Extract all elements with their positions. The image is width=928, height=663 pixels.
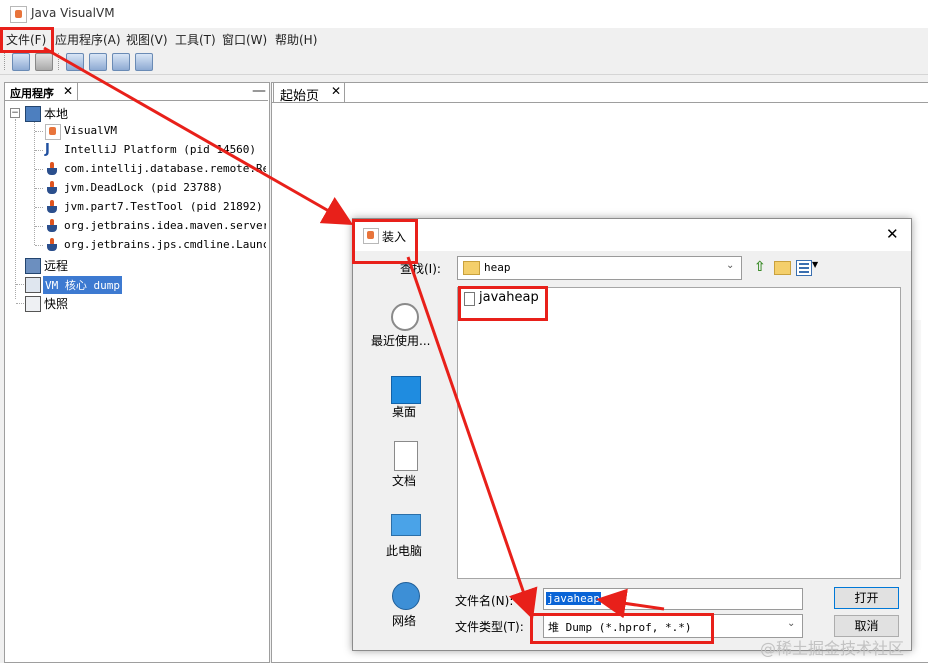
tab-applications[interactable]: 应用程序 ✕ (4, 82, 78, 101)
heap-dump-icon[interactable] (89, 53, 107, 71)
window-title: Java VisualVM (31, 6, 115, 20)
tree-connector (35, 226, 43, 227)
tree-node-local[interactable]: 本地 (44, 105, 68, 122)
save-snapshot-icon[interactable] (35, 53, 53, 71)
visualvm-icon (45, 124, 61, 140)
place-documents[interactable]: 文档 (392, 472, 416, 489)
panel-tab-divider (4, 100, 268, 101)
menubar: 文件(F) 应用程序(A) 视图(V) 工具(T) 窗口(W) 帮助(H) (0, 28, 928, 50)
menu-help[interactable]: 帮助(H) (275, 31, 317, 48)
view-menu-dropdown-icon[interactable]: ▼ (812, 260, 818, 269)
tree-connector (35, 188, 43, 189)
network-icon[interactable] (392, 582, 420, 610)
toolbar-grip (4, 53, 6, 70)
dialog-close-icon[interactable]: ✕ (886, 225, 899, 243)
tree-node-testtool[interactable]: jvm.part7.TestTool (pid 21892) (64, 200, 263, 213)
add-remote-host-icon[interactable] (135, 53, 153, 71)
tree-connector (16, 284, 24, 285)
tree-connector (35, 169, 43, 170)
place-recent[interactable]: 最近使用... (371, 332, 430, 349)
menu-view[interactable]: 视图(V) (126, 31, 168, 48)
look-in-value: heap (484, 261, 511, 274)
tree-node-intellij[interactable]: IntelliJ Platform (pid 14560) (64, 143, 266, 156)
menu-window[interactable]: 窗口(W) (222, 31, 267, 48)
tree-node-deadlock[interactable]: jvm.DeadLock (pid 23788) (64, 181, 223, 194)
chevron-down-icon: ⌄ (787, 618, 796, 629)
tree-connector (15, 119, 16, 299)
recent-items-icon[interactable] (391, 303, 419, 331)
this-pc-icon[interactable] (391, 514, 421, 536)
tree-connector (35, 245, 43, 246)
java-icon (46, 200, 58, 214)
watermark: @稀土掘金技术社区 (760, 639, 905, 658)
load-snapshot-icon[interactable] (12, 53, 30, 71)
annotation-box-dialog-title (352, 219, 418, 264)
visualvm-app-icon (10, 6, 27, 23)
file-type-label: 文件类型(T): (455, 620, 524, 634)
tree-node-jps-launcher[interactable]: org.jetbrains.jps.cmdline.Launcher (64, 238, 266, 251)
dialog-titlebar: 装入 ✕ (353, 219, 911, 251)
up-folder-icon[interactable]: ⇧ (754, 260, 768, 274)
place-this-pc[interactable]: 此电脑 (386, 542, 422, 559)
window-titlebar: Java VisualVM (0, 0, 928, 28)
look-in-combo[interactable]: heap ⌄ (457, 256, 742, 280)
new-folder-icon[interactable] (774, 261, 791, 275)
java-icon (46, 181, 58, 195)
cancel-button[interactable]: 取消 (834, 615, 899, 637)
annotation-box-file-type (530, 613, 714, 644)
java-icon (46, 162, 58, 176)
coredump-icon (25, 277, 41, 293)
view-menu-icon[interactable] (796, 260, 812, 276)
tree-connector (35, 207, 43, 208)
java-icon (46, 219, 58, 233)
file-name-value: javaheap (546, 592, 601, 605)
annotation-box-javaheap-file (458, 286, 548, 321)
panel-tab-divider (271, 102, 928, 103)
tab-start-page-close-icon[interactable]: ✕ (331, 84, 341, 98)
tree-node-visualvm[interactable]: VisualVM (64, 124, 117, 137)
add-jmx-connection-icon[interactable] (66, 53, 84, 71)
open-button[interactable]: 打开 (834, 587, 899, 609)
documents-icon[interactable] (394, 441, 418, 471)
toolbar (0, 50, 928, 75)
load-file-dialog: 装入 ✕ 查找(I): heap ⌄ ⇧ ▼ 最近使用... 桌面 文档 此电脑… (352, 218, 912, 651)
file-name-label: 文件名(N): (455, 594, 514, 608)
tree-node-snapshots[interactable]: 快照 (44, 295, 68, 312)
tab-applications-close-icon[interactable]: ✕ (63, 84, 73, 98)
menu-applications[interactable]: 应用程序(A) (55, 31, 121, 48)
tree-connector (35, 131, 43, 132)
folder-icon (463, 261, 480, 275)
minimize-panel-icon[interactable]: — (252, 83, 266, 99)
tree-connector (35, 150, 43, 151)
tree-connector (16, 303, 24, 304)
tree-node-remote[interactable]: 远程 (44, 257, 68, 274)
desktop-icon[interactable] (391, 376, 421, 404)
tab-applications-label: 应用程序 (10, 87, 54, 100)
file-list[interactable]: javaheap (457, 287, 901, 579)
snapshots-icon (25, 296, 41, 312)
place-desktop[interactable]: 桌面 (392, 403, 416, 420)
tree-node-database-remote[interactable]: com.intellij.database.remote.Remo (64, 162, 266, 175)
intellij-icon: J (45, 142, 50, 157)
toolbar-separator (58, 53, 60, 70)
annotation-box-file-menu (0, 27, 54, 53)
menu-tools[interactable]: 工具(T) (175, 31, 216, 48)
tree-node-maven-server[interactable]: org.jetbrains.idea.maven.server.Re (64, 219, 266, 232)
chevron-down-icon: ⌄ (726, 260, 735, 271)
tree-node-coredump[interactable]: VM 核心 dump (43, 276, 122, 294)
computer-icon (25, 106, 41, 122)
java-icon (46, 238, 58, 252)
file-name-input[interactable]: javaheap (543, 588, 803, 610)
place-network[interactable]: 网络 (392, 612, 416, 629)
tab-start-page[interactable]: 起始页 ✕ (273, 82, 345, 104)
expander-collapse-icon[interactable]: − (10, 108, 20, 118)
remote-host-icon (25, 258, 41, 274)
thread-dump-icon[interactable] (112, 53, 130, 71)
